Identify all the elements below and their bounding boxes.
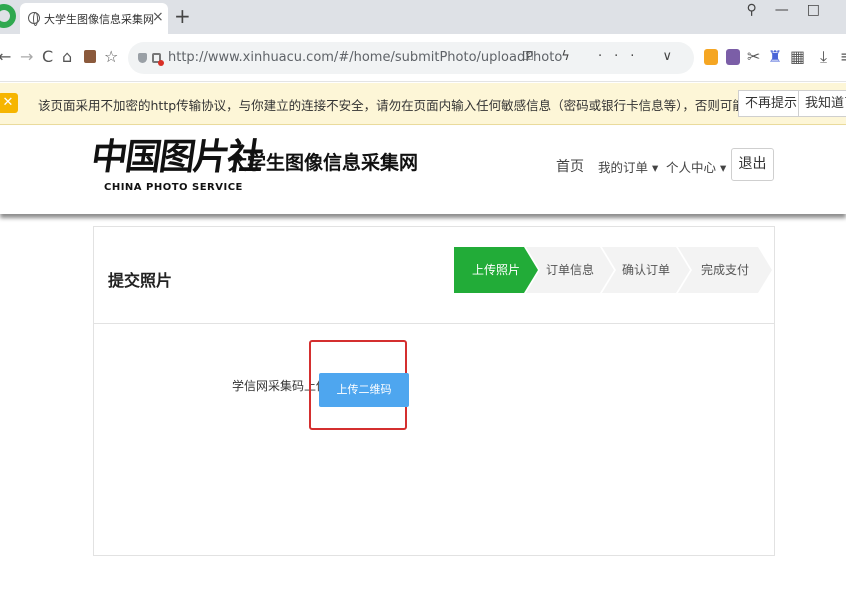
url-text[interactable]: http://www.xinhuacu.com/#/home/submitPho… xyxy=(168,50,562,65)
shield-extension-icon[interactable] xyxy=(704,49,718,65)
download-icon[interactable]: ⤓ xyxy=(820,48,827,66)
step-upload-photo: 上传照片 xyxy=(454,247,538,293)
scissors-icon[interactable]: ✂ xyxy=(747,48,760,66)
step-confirm-order: 确认订单 xyxy=(602,247,690,293)
reload-icon[interactable]: C xyxy=(42,48,53,66)
star-icon[interactable]: ☆ xyxy=(104,48,118,66)
nav-profile[interactable]: 个人中心 ▾ xyxy=(666,157,726,176)
site-name: 大学生图像信息采集网 xyxy=(228,152,419,174)
card-header: 提交照片 上传照片 订单信息 确认订单 完成支付 xyxy=(94,227,774,324)
home-icon[interactable]: ⌂ xyxy=(62,48,72,66)
warning-text: 该页面采用不加密的http传输协议，与你建立的连接不安全，请勿在页面内输入任何敏… xyxy=(38,98,833,113)
address-bar-row: ← → C ⌂ ☆ http://www.xinhuacu.com/#/home… xyxy=(0,34,846,82)
tab-title: 大学生图像信息采集网 xyxy=(44,13,154,26)
new-tab-button[interactable]: + xyxy=(174,4,191,28)
forward-icon[interactable]: → xyxy=(20,48,33,66)
bag-extension-icon[interactable] xyxy=(84,50,96,63)
progress-steps: 上传照片 订单信息 确认订单 完成支付 xyxy=(454,247,774,293)
submit-photo-card: 提交照片 上传照片 订单信息 确认订单 完成支付 学信网采集码上传： 上传二维码 xyxy=(93,226,775,556)
shield-icon xyxy=(138,53,147,63)
back-icon[interactable]: ← xyxy=(0,48,11,66)
purple-extension-icon[interactable] xyxy=(726,49,740,65)
apps-grid-icon[interactable]: ▦ xyxy=(790,48,805,66)
site-header: 中国图片社 CHINA PHOTO SERVICE 大学生图像信息采集网 首页 … xyxy=(0,126,846,214)
page-title: 提交照片 xyxy=(108,271,173,290)
window-controls[interactable]: ⚲—□ xyxy=(747,2,838,18)
browser-tab[interactable]: 大学生图像信息采集网 × xyxy=(20,3,168,34)
nav-home[interactable]: 首页 xyxy=(556,156,584,176)
logout-button[interactable]: 退出 xyxy=(731,148,774,181)
site-logo-english: CHINA PHOTO SERVICE xyxy=(104,182,243,193)
got-it-button[interactable]: 我知道了 xyxy=(798,90,846,117)
url-bar-actions[interactable]: ⚿ ϟ ··· ∨ xyxy=(523,49,684,64)
profile-extension-icon[interactable]: ♜ xyxy=(768,48,782,66)
dont-remind-button[interactable]: 不再提示 xyxy=(738,90,805,117)
browser-window: 大学生图像信息采集网 × + ⚲—□ ← → C ⌂ ☆ http://www.… xyxy=(0,0,846,592)
url-bar[interactable]: http://www.xinhuacu.com/#/home/submitPho… xyxy=(128,42,694,74)
globe-icon xyxy=(28,12,40,26)
security-warning-bar: ✕ 该页面采用不加密的http传输协议，与你建立的连接不安全，请勿在页面内输入任… xyxy=(0,83,846,125)
step-order-info: 订单信息 xyxy=(526,247,614,293)
browser-logo-icon[interactable] xyxy=(0,4,16,28)
warning-icon: ✕ xyxy=(0,93,18,113)
tab-close-icon[interactable]: × xyxy=(152,9,164,25)
insecure-lock-icon[interactable] xyxy=(152,53,164,66)
step-complete-payment: 完成支付 xyxy=(678,247,772,293)
menu-icon[interactable]: ≡ xyxy=(840,48,846,66)
upload-qrcode-button[interactable]: 上传二维码 xyxy=(319,373,409,407)
nav-my-orders[interactable]: 我的订单 ▾ xyxy=(598,157,658,176)
tab-bar: 大学生图像信息采集网 × + ⚲—□ xyxy=(0,0,846,34)
